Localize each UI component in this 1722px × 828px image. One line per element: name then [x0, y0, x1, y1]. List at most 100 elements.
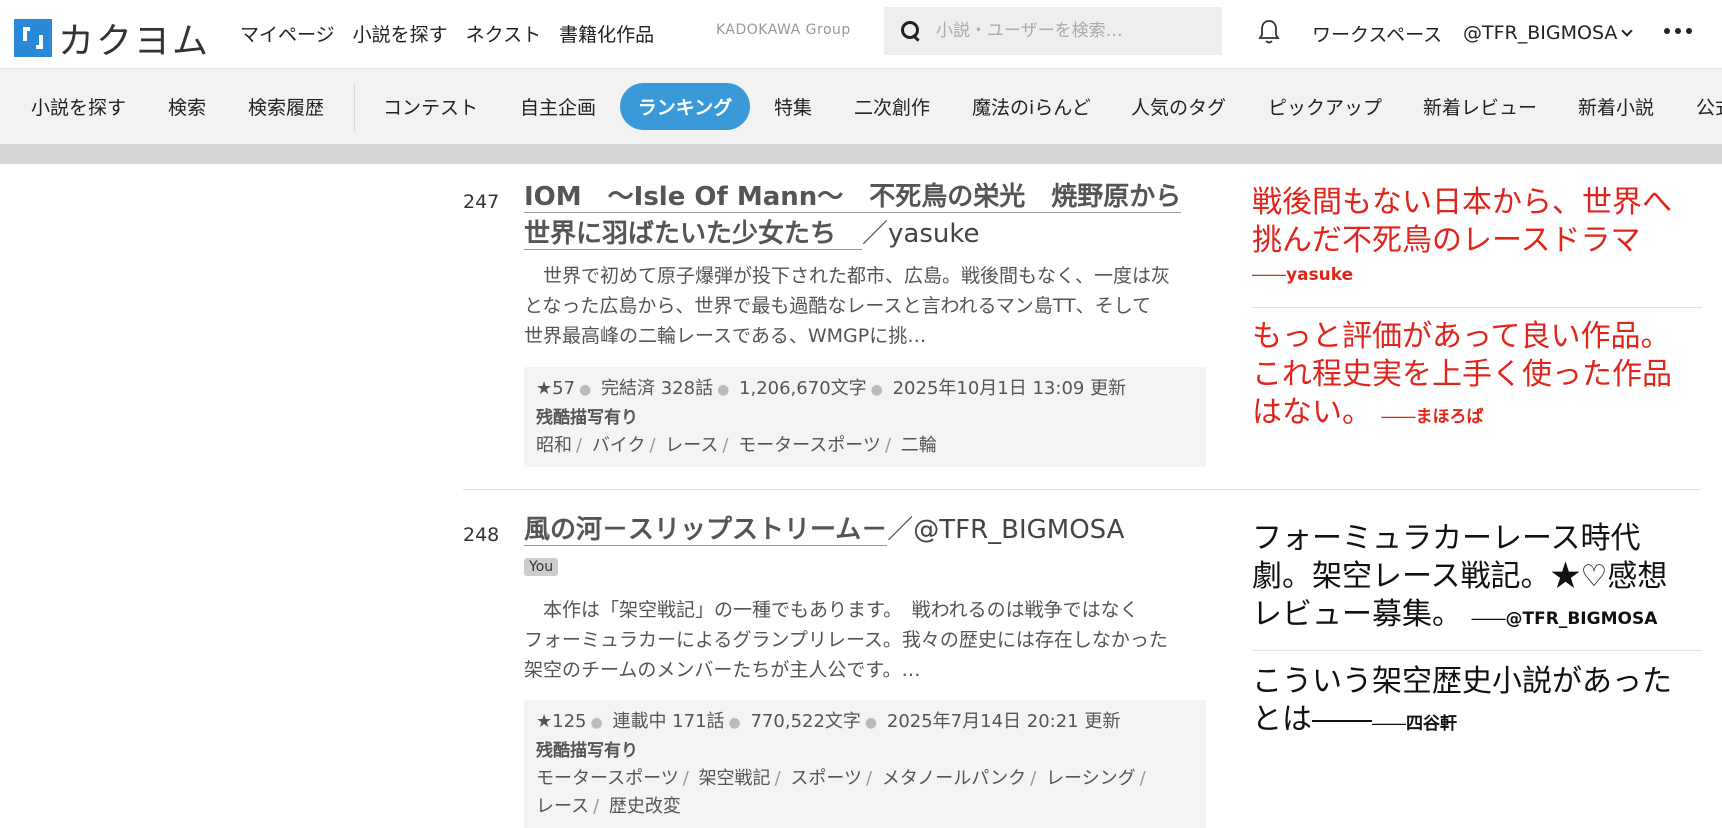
review-divider [1252, 650, 1702, 651]
subnav-popular-tags[interactable]: 人気のタグ [1131, 93, 1226, 120]
user-menu[interactable]: @TFR_BIGMOSA [1463, 22, 1634, 44]
work-title[interactable]: IOM ～Isle Of Mann～ 不死鳥の栄光 焼野原から 世界に羽ばたいた… [524, 179, 1224, 253]
subnav-features[interactable]: 特集 [774, 93, 812, 120]
more-menu-icon[interactable] [1664, 28, 1692, 34]
subnav-find-novels[interactable]: 小説を探す [31, 93, 126, 120]
updated-date: 2025年7月14日 20:21 更新 [886, 711, 1121, 732]
top-bar: カクヨム マイページ 小説を探す ネクスト 書籍化作品 KADOKAWA Gro… [0, 0, 1722, 68]
content-warning: 残酷描写有り [536, 741, 638, 761]
tag[interactable]: 二輪 [901, 435, 937, 456]
star-count: ★57 [536, 378, 576, 399]
work-title[interactable]: 風の河－スリップストリーム－／@TFR_BIGMOSA [524, 512, 1224, 549]
review-text-line: レビュー募集。 [1252, 597, 1462, 632]
tag[interactable]: メタノールパンク [882, 768, 1026, 789]
review-author[interactable]: yasuke [1286, 265, 1353, 285]
work-title-line1[interactable]: 風の河－スリップストリーム－ [524, 515, 888, 546]
review-quote[interactable]: もっと評価があって良い作品。 これ程史実を上手く使った作品 はない。 ――まほろ… [1252, 318, 1702, 436]
desc-line: となった広島から、世界で最も過酷なレースと言われるマン島TT、そして [524, 295, 1152, 317]
tag[interactable]: レーシング [1046, 768, 1136, 789]
sub-nav: 小説を探す 検索 検索履歴 コンテスト 自主企画 ランキング 特集 二次創作 魔… [0, 68, 1722, 144]
review-text-line: 戦後間もない日本から、世界へ [1252, 185, 1672, 220]
review-text-line: フォーミュラカーレース時代 [1252, 521, 1641, 556]
site-logo[interactable]: カクヨム [14, 12, 210, 64]
logo-bracket-icon [14, 19, 52, 57]
review-text-line: はない。 [1252, 395, 1372, 430]
work-description[interactable]: 本作は「架空戦記」の一種でもあります。 戦われるのは戦争ではなく フォーミュラカ… [524, 595, 1214, 685]
review-text-line: こういう架空歴史小説があった [1252, 664, 1672, 699]
subnav-new-novels[interactable]: 新着小説 [1578, 93, 1654, 120]
logo-text: カクヨム [58, 21, 211, 62]
notification-bell-icon[interactable] [1257, 18, 1281, 46]
review-author[interactable]: 四谷軒 [1406, 714, 1457, 734]
work-author[interactable]: ／yasuke [862, 219, 979, 249]
nav-find-novels[interactable]: 小説を探す [353, 20, 448, 47]
subnav-contest[interactable]: コンテスト [383, 93, 478, 120]
char-count: 770,522文字 [750, 711, 861, 732]
tag[interactable]: 歴史改変 [609, 796, 681, 817]
review-quote[interactable]: 戦後間もない日本から、世界へ 挑んだ不死鳥のレースドラマ ――yasuke [1252, 184, 1692, 286]
workspace-link[interactable]: ワークスペース [1312, 20, 1442, 47]
review-quote[interactable]: こういう架空歴史小説があった とは――――四谷軒 [1252, 663, 1702, 743]
work-description[interactable]: 世界で初めて原子爆弾が投下された都市、広島。戦後間もなく、一度は灰 となった広島… [524, 261, 1214, 351]
tag[interactable]: 昭和 [536, 435, 572, 456]
review-text-line: とは―― [1252, 702, 1372, 737]
work-meta: ★57 ● 完結済 328話 ● 1,206,670文字 ● 2025年10月1日 1… [524, 367, 1206, 467]
search-icon[interactable] [900, 20, 922, 42]
tag[interactable]: 架空戦記 [699, 768, 771, 789]
subnav-search-history[interactable]: 検索履歴 [248, 93, 324, 120]
review-text-line: これ程史実を上手く使った作品 [1252, 357, 1672, 392]
subnav-divider [354, 83, 355, 131]
rank-number: 247 [463, 191, 500, 213]
updated-date: 2025年10月1日 13:09 更新 [892, 378, 1127, 399]
search-box[interactable] [884, 7, 1222, 55]
user-name: @TFR_BIGMOSA [1463, 22, 1618, 44]
subnav-search[interactable]: 検索 [168, 93, 206, 120]
review-text-line: 劇。架空レース戦記。★♡感想 [1252, 559, 1668, 594]
subnav-new-reviews[interactable]: 新着レビュー [1423, 93, 1537, 120]
tag-list: モータースポーツ / 架空戦記 / スポーツ / メタノールパンク / レーシング / [536, 768, 1146, 789]
content-warning: 残酷描写有り [536, 408, 638, 428]
tag[interactable]: バイク [592, 435, 646, 456]
nav-published[interactable]: 書籍化作品 [559, 20, 654, 47]
char-count: 1,206,670文字 [739, 378, 867, 399]
review-author[interactable]: まほろば [1416, 407, 1484, 427]
rank-number: 248 [463, 524, 500, 546]
desc-line: 世界最高峰の二輪レースである、WMGPに挑… [524, 325, 927, 347]
review-author[interactable]: @TFR_BIGMOSA [1506, 609, 1658, 629]
review-quote[interactable]: フォーミュラカーレース時代 劇。架空レース戦記。★♡感想 レビュー募集。 ――@… [1252, 520, 1702, 638]
subnav-pickup[interactable]: ピックアップ [1268, 93, 1382, 120]
subnav-independent-projects[interactable]: 自主企画 [520, 93, 596, 120]
tag-list: レース / 歴史改変 [536, 796, 681, 817]
tag[interactable]: レース [536, 796, 589, 817]
nav-next[interactable]: ネクスト [466, 20, 541, 47]
subnav-ranking-active[interactable]: ランキング [620, 83, 750, 130]
nav-mypage[interactable]: マイページ [240, 20, 335, 47]
review-text-line: 挑んだ不死鳥のレースドラマ [1252, 223, 1641, 258]
entry-divider [463, 489, 1701, 490]
desc-line: 架空のチームのメンバーたちが主人公です。… [524, 659, 921, 681]
work-title-line1[interactable]: IOM ～Isle Of Mann～ 不死鳥の栄光 焼野原から [524, 182, 1182, 213]
tag[interactable]: スポーツ [790, 768, 862, 789]
work-status: 完結済 328話 [601, 378, 714, 399]
subnav-maho-island[interactable]: 魔法のiらんど [972, 93, 1091, 120]
subnav-official[interactable]: 公式 [1696, 93, 1722, 120]
tag[interactable]: レース [665, 435, 718, 456]
work-status: 連載中 171話 [612, 711, 725, 732]
review-divider [1252, 307, 1702, 308]
review-text-line: もっと評価があって良い作品。 [1252, 319, 1671, 354]
tag[interactable]: モータースポーツ [536, 768, 679, 789]
kadokawa-group-label[interactable]: KADOKAWA Group [716, 22, 851, 38]
you-badge: You [524, 558, 559, 576]
scroll-shadow-bar [0, 144, 1722, 164]
desc-line: フォーミュラカーによるグランプリレース。我々の歴史には存在しなかった [524, 629, 1168, 651]
work-title-line2[interactable]: 世界に羽ばたいた少女たち [524, 219, 863, 250]
subnav-fan-fiction[interactable]: 二次創作 [854, 93, 930, 120]
chevron-down-icon [1621, 25, 1634, 37]
desc-line: 世界で初めて原子爆弾が投下された都市、広島。戦後間もなく、一度は灰 [524, 265, 1171, 287]
search-input[interactable] [934, 20, 1194, 42]
tag-list: 昭和 / バイク / レース / モータースポーツ / 二輪 [536, 435, 937, 456]
work-author[interactable]: ／@TFR_BIGMOSA [887, 515, 1124, 545]
tag[interactable]: モータースポーツ [738, 435, 881, 456]
desc-line: 本作は「架空戦記」の一種でもあります。 戦われるのは戦争ではなく [524, 599, 1139, 621]
work-meta: ★125 ● 連載中 171話 ● 770,522文字 ● 2025年7月14日 20… [524, 700, 1206, 828]
